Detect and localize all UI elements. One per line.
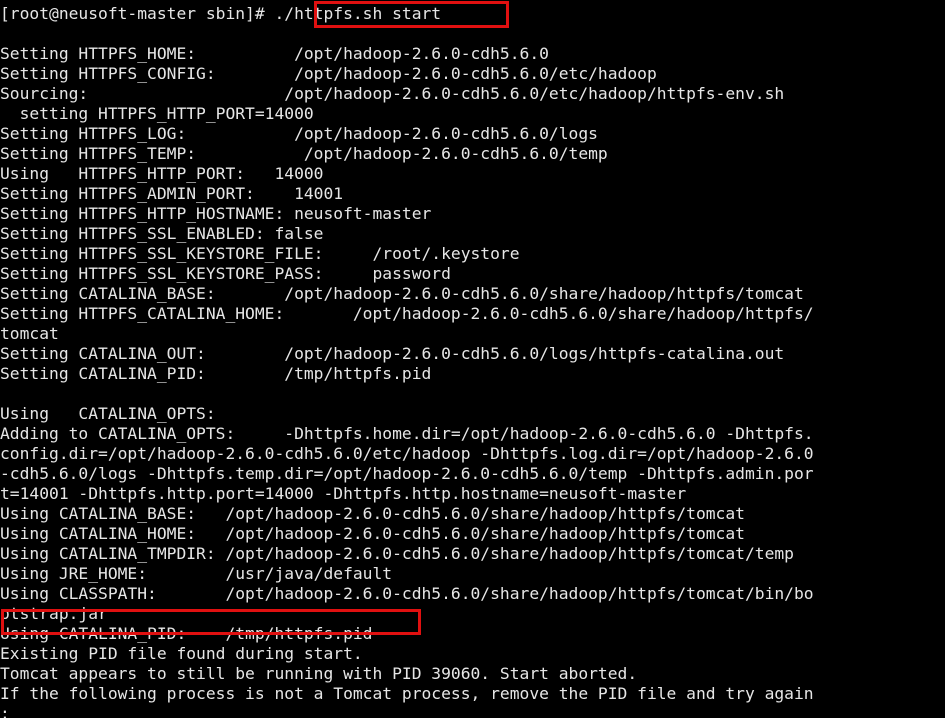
terminal-line: Setting HTTPFS_CATALINA_HOME: /opt/hadoo… (0, 304, 814, 323)
terminal-line: -cdh5.6.0/logs -Dhttpfs.temp.dir=/opt/ha… (0, 464, 814, 483)
terminal-line: Setting CATALINA_OUT: /opt/hadoop-2.6.0-… (0, 344, 785, 363)
terminal-line: Setting HTTPFS_HOME: /opt/hadoop-2.6.0-c… (0, 44, 549, 63)
terminal-line: Using JRE_HOME: /usr/java/default (0, 564, 393, 583)
terminal-line: Using CATALINA_BASE: /opt/hadoop-2.6.0-c… (0, 504, 745, 523)
terminal-line: If the following process is not a Tomcat… (0, 684, 814, 703)
terminal-line: Sourcing: /opt/hadoop-2.6.0-cdh5.6.0/etc… (0, 84, 785, 103)
terminal-line: Setting HTTPFS_TEMP: /opt/hadoop-2.6.0-c… (0, 144, 608, 163)
terminal-line: [root@neusoft-master sbin]# ./httpfs.sh … (0, 4, 442, 23)
terminal-line: Using CATALINA_OPTS: (0, 404, 216, 423)
terminal-output[interactable]: [root@neusoft-master sbin]# ./httpfs.sh … (0, 4, 945, 718)
terminal-line: Setting HTTPFS_SSL_KEYSTORE_PASS: passwo… (0, 264, 451, 283)
terminal-line: Existing PID file found during start. (0, 644, 363, 663)
terminal-line: Setting HTTPFS_LOG: /opt/hadoop-2.6.0-cd… (0, 124, 598, 143)
terminal-line: Setting HTTPFS_SSL_ENABLED: false (0, 224, 324, 243)
terminal-line: config.dir=/opt/hadoop-2.6.0-cdh5.6.0/et… (0, 444, 814, 463)
terminal-line: Setting CATALINA_PID: /tmp/httpfs.pid (0, 364, 432, 383)
terminal-line: Using HTTPFS_HTTP_PORT: 14000 (0, 164, 324, 183)
terminal-line: Adding to CATALINA_OPTS: -Dhttpfs.home.d… (0, 424, 814, 443)
terminal-line: Using CATALINA_TMPDIR: /opt/hadoop-2.6.0… (0, 544, 794, 563)
terminal-line: tomcat (0, 324, 59, 343)
terminal-line: Setting HTTPFS_HTTP_HOSTNAME: neusoft-ma… (0, 204, 432, 223)
terminal-line: Using CATALINA_HOME: /opt/hadoop-2.6.0-c… (0, 524, 745, 543)
terminal-line: Setting HTTPFS_SSL_KEYSTORE_FILE: /root/… (0, 244, 520, 263)
terminal-line: setting HTTPFS_HTTP_PORT=14000 (0, 104, 314, 123)
terminal-line: t=14001 -Dhttpfs.http.port=14000 -Dhttpf… (0, 484, 687, 503)
terminal-line: otstrap.jar (0, 604, 108, 623)
terminal-line: Using CLASSPATH: /opt/hadoop-2.6.0-cdh5.… (0, 584, 814, 603)
terminal-line: Setting CATALINA_BASE: /opt/hadoop-2.6.0… (0, 284, 804, 303)
terminal-line: Setting HTTPFS_CONFIG: /opt/hadoop-2.6.0… (0, 64, 657, 83)
terminal-line: Setting HTTPFS_ADMIN_PORT: 14001 (0, 184, 344, 203)
terminal-line: : (0, 704, 10, 718)
terminal-line: Tomcat appears to still be running with … (0, 664, 638, 683)
terminal-line: Using CATALINA_PID: /tmp/httpfs.pid (0, 624, 373, 643)
terminal-window[interactable]: [root@neusoft-master sbin]# ./httpfs.sh … (0, 0, 945, 718)
